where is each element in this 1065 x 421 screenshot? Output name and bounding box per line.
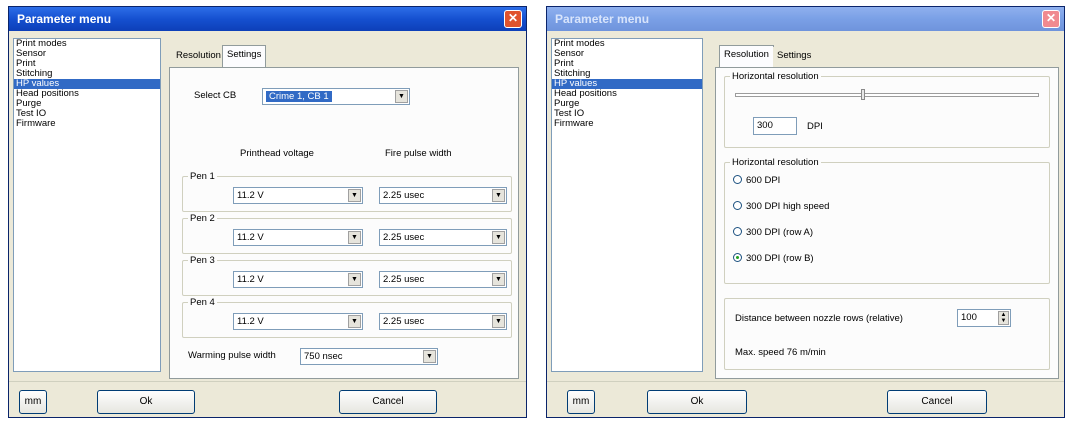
radio-selected-icon[interactable] [733, 253, 742, 262]
select-cb-value: Crime 1, CB 1 [266, 91, 332, 102]
pen-3-pulse-dropdown[interactable]: 2.25 usec ▼ [379, 271, 507, 288]
cancel-button[interactable]: Cancel [339, 390, 437, 414]
pen-4-pulse-value: 2.25 usec [383, 316, 425, 327]
list-item-firmware[interactable]: Firmware [552, 119, 702, 129]
settings-panel: Select CB Crime 1, CB 1 ▼ Printhead volt… [169, 67, 519, 379]
horizontal-resolution-options-title: Horizontal resolution [730, 157, 821, 168]
radio-icon[interactable] [733, 227, 742, 236]
pen-4-pulse-dropdown[interactable]: 2.25 usec ▼ [379, 313, 507, 330]
radio-300-dpi-high-speed[interactable]: 300 DPI high speed [733, 201, 829, 212]
pen-4-group: Pen 4 11.2 V ▼ 2.25 usec ▼ [182, 297, 512, 338]
pen-4-voltage-value: 11.2 V [237, 316, 264, 327]
chevron-down-icon[interactable]: ▼ [492, 231, 505, 244]
distance-group: Distance between nozzle rows (relative) … [724, 298, 1050, 370]
window-title: Parameter menu [17, 12, 112, 26]
pen-3-group: Pen 3 11.2 V ▼ 2.25 usec ▼ [182, 255, 512, 296]
close-icon[interactable]: ✕ [1042, 10, 1060, 28]
warming-pulse-width-label: Warming pulse width [188, 350, 276, 361]
chevron-down-icon[interactable]: ▼ [492, 189, 505, 202]
tab-resolution[interactable]: Resolution [172, 47, 225, 67]
list-item-sensor[interactable]: Sensor [552, 49, 702, 59]
pen-3-pulse-value: 2.25 usec [383, 274, 425, 285]
category-list[interactable]: Print modes Sensor Print Stitching HP va… [13, 38, 161, 372]
warming-pulse-width-dropdown[interactable]: 750 nsec ▼ [300, 348, 438, 365]
distance-value: 100 [961, 312, 977, 323]
chevron-down-icon[interactable]: ▼ [348, 273, 361, 286]
tab-settings[interactable]: Settings [222, 45, 267, 67]
resolution-panel: Horizontal resolution 300 DPI Horizontal… [715, 67, 1059, 379]
chevron-down-icon[interactable]: ▼ [348, 189, 361, 202]
pen-4-label: Pen 4 [188, 297, 217, 308]
chevron-down-icon[interactable]: ▼ [492, 273, 505, 286]
pen-3-label: Pen 3 [188, 255, 217, 266]
radio-label: 300 DPI (row B) [746, 253, 814, 264]
radio-icon[interactable] [733, 175, 742, 184]
warming-pulse-width-value: 750 nsec [304, 351, 343, 362]
bottom-bar: mm Ok Cancel [547, 381, 1064, 419]
window-title: Parameter menu [555, 12, 650, 26]
horizontal-resolution-input[interactable]: 300 [753, 117, 797, 135]
pen-1-label: Pen 1 [188, 171, 217, 182]
chevron-down-icon[interactable]: ▼ [492, 315, 505, 328]
chevron-down-icon[interactable]: ▼ [395, 90, 408, 103]
horizontal-resolution-slider[interactable] [735, 93, 1039, 97]
mm-button[interactable]: mm [567, 390, 595, 414]
parameter-menu-window-left: Parameter menu ✕ Print modes Sensor Prin… [8, 6, 527, 418]
chevron-down-icon[interactable]: ▼ [423, 350, 436, 363]
pen-3-voltage-dropdown[interactable]: 11.2 V ▼ [233, 271, 363, 288]
pen-4-voltage-dropdown[interactable]: 11.2 V ▼ [233, 313, 363, 330]
pen-1-pulse-value: 2.25 usec [383, 190, 425, 201]
parameter-menu-window-right: Parameter menu ✕ Print modes Sensor Prin… [546, 6, 1065, 418]
radio-label: 600 DPI [746, 175, 781, 186]
select-cb-dropdown[interactable]: Crime 1, CB 1 ▼ [262, 88, 410, 105]
radio-300-dpi-row-a[interactable]: 300 DPI (row A) [733, 227, 813, 238]
list-item-firmware[interactable]: Firmware [14, 119, 160, 129]
pen-2-voltage-value: 11.2 V [237, 232, 264, 243]
cancel-button[interactable]: Cancel [887, 390, 987, 414]
pen-2-label: Pen 2 [188, 213, 217, 224]
pen-1-voltage-value: 11.2 V [237, 190, 264, 201]
distance-spinbox[interactable]: 100 ▲ ▼ [957, 309, 1011, 327]
ok-button[interactable]: Ok [97, 390, 195, 414]
pen-1-group: Pen 1 11.2 V ▼ 2.25 usec ▼ [182, 171, 512, 212]
radio-label: 300 DPI high speed [746, 201, 830, 212]
close-icon[interactable]: ✕ [504, 10, 522, 28]
pen-2-pulse-value: 2.25 usec [383, 232, 425, 243]
pen-1-voltage-dropdown[interactable]: 11.2 V ▼ [233, 187, 363, 204]
ok-button[interactable]: Ok [647, 390, 747, 414]
chevron-down-icon[interactable]: ▼ [348, 231, 361, 244]
horizontal-resolution-title: Horizontal resolution [730, 71, 821, 82]
pen-3-voltage-value: 11.2 V [237, 274, 264, 285]
radio-icon[interactable] [733, 201, 742, 210]
category-list[interactable]: Print modes Sensor Print Stitching HP va… [551, 38, 703, 372]
pen-2-pulse-dropdown[interactable]: 2.25 usec ▼ [379, 229, 507, 246]
horizontal-resolution-group: Horizontal resolution 300 DPI [724, 71, 1050, 148]
printhead-voltage-header: Printhead voltage [240, 148, 314, 159]
title-bar: Parameter menu ✕ [547, 7, 1064, 31]
pen-2-voltage-dropdown[interactable]: 11.2 V ▼ [233, 229, 363, 246]
select-cb-label: Select CB [194, 90, 237, 101]
max-speed-text: Max. speed 76 m/min [735, 347, 826, 358]
slider-thumb[interactable] [860, 89, 865, 100]
radio-600-dpi[interactable]: 600 DPI [733, 175, 780, 186]
bottom-bar: mm Ok Cancel [9, 381, 526, 419]
spinner-arrows-icon[interactable]: ▲ ▼ [998, 311, 1009, 325]
radio-300-dpi-row-b[interactable]: 300 DPI (row B) [733, 253, 814, 264]
horizontal-resolution-options-group: Horizontal resolution 600 DPI 300 DPI hi… [724, 157, 1050, 284]
pen-2-group: Pen 2 11.2 V ▼ 2.25 usec ▼ [182, 213, 512, 254]
fire-pulse-width-header: Fire pulse width [385, 148, 452, 159]
distance-label: Distance between nozzle rows (relative) [735, 313, 903, 324]
dpi-unit-label: DPI [807, 121, 823, 132]
mm-button[interactable]: mm [19, 390, 47, 414]
title-bar: Parameter menu ✕ [9, 7, 526, 31]
tab-resolution[interactable]: Resolution [719, 45, 774, 67]
pen-1-pulse-dropdown[interactable]: 2.25 usec ▼ [379, 187, 507, 204]
chevron-down-icon[interactable]: ▼ [348, 315, 361, 328]
tab-settings[interactable]: Settings [773, 47, 816, 67]
radio-label: 300 DPI (row A) [746, 227, 814, 238]
